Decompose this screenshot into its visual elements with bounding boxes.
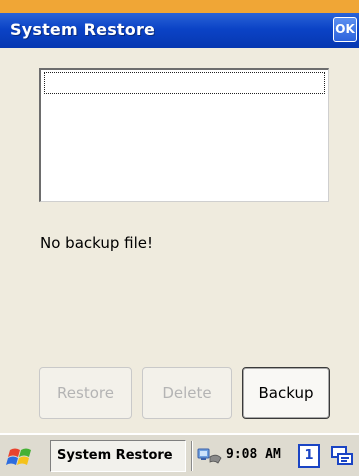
- taskbar-item-system-restore[interactable]: System Restore: [50, 440, 186, 472]
- restore-button[interactable]: Restore: [39, 367, 132, 419]
- title-bar: System Restore OK: [0, 13, 359, 48]
- top-accent-bar: [0, 0, 359, 13]
- screen: System Restore OK No backup file! Restor…: [0, 0, 359, 476]
- list-focus-row[interactable]: [44, 72, 325, 94]
- status-message: No backup file!: [40, 234, 154, 252]
- delete-button[interactable]: Delete: [142, 367, 232, 419]
- input-panel-icon[interactable]: [330, 444, 356, 470]
- window-title: System Restore: [10, 20, 156, 39]
- system-clock[interactable]: 9:08 AM: [226, 447, 281, 462]
- ok-button[interactable]: OK: [333, 17, 357, 42]
- network-connection-icon[interactable]: [197, 445, 223, 467]
- start-button[interactable]: [6, 444, 46, 470]
- backup-button[interactable]: Backup: [242, 367, 330, 419]
- taskbar: System Restore 9:08 AM 1: [0, 433, 359, 476]
- backup-file-list[interactable]: [39, 68, 329, 202]
- desktop-number-indicator[interactable]: 1: [298, 444, 320, 468]
- windows-flag-icon: [6, 448, 31, 465]
- tray-divider: [191, 441, 193, 471]
